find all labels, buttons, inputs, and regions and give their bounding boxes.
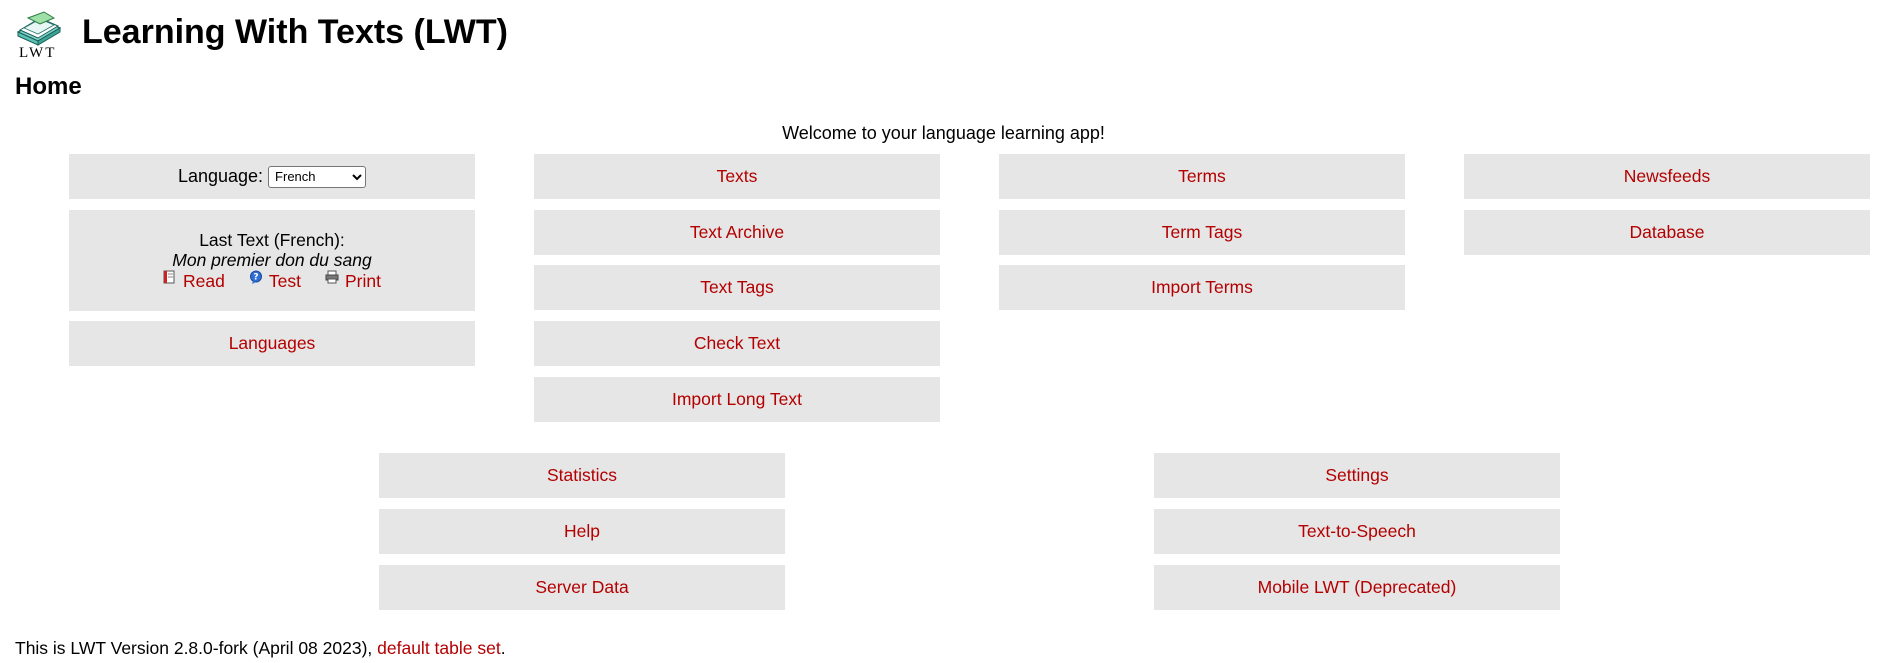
welcome-message: Welcome to your language learning app!	[782, 123, 1105, 143]
language-label: Language:	[177, 166, 264, 186]
header: LWT Learning With Texts (LWT)	[14, 10, 508, 61]
term-tags-link[interactable]: Term Tags	[999, 210, 1405, 255]
table-set-link[interactable]: default table set	[377, 638, 501, 658]
import-long-text-box: Import Long Text	[534, 377, 940, 422]
server-data-box: Server Data	[379, 565, 785, 610]
read-label: Read	[183, 271, 225, 291]
last-text-title: Mon premier don du sang	[172, 250, 372, 270]
mobile-lwt-link[interactable]: Mobile LWT (Deprecated)	[1154, 565, 1560, 610]
print-label: Print	[344, 271, 381, 291]
newsfeeds-link[interactable]: Newsfeeds	[1464, 154, 1870, 199]
database-link[interactable]: Database	[1464, 210, 1870, 255]
footer: This is LWT Version 2.8.0-fork (April 08…	[15, 638, 506, 659]
last-text-actions: Read ? Test Print	[163, 270, 381, 291]
help-box: Help	[379, 509, 785, 554]
import-terms-link[interactable]: Import Terms	[999, 265, 1405, 310]
book-open-icon	[163, 270, 175, 284]
texts-link[interactable]: Texts	[534, 154, 940, 199]
text-archive-link[interactable]: Text Archive	[534, 210, 940, 255]
lwt-logo[interactable]: LWT	[14, 10, 64, 61]
printer-icon	[325, 270, 339, 284]
text-tags-box: Text Tags	[534, 265, 940, 310]
svg-text:?: ?	[253, 273, 258, 283]
languages-link[interactable]: Languages	[69, 321, 475, 366]
text-to-speech-link[interactable]: Text-to-Speech	[1154, 509, 1560, 554]
app-title: Learning With Texts (LWT)	[82, 12, 508, 51]
test-link[interactable]: ? Test	[249, 270, 301, 291]
footer-period: .	[500, 638, 506, 658]
read-link[interactable]: Read	[163, 270, 225, 291]
check-text-box: Check Text	[534, 321, 940, 366]
language-selector-box: Language: French	[69, 154, 475, 199]
logo-text: LWT	[19, 45, 57, 61]
statistics-link[interactable]: Statistics	[379, 453, 785, 498]
import-long-text-link[interactable]: Import Long Text	[534, 377, 940, 422]
texts-box: Texts	[534, 154, 940, 199]
languages-box: Languages	[69, 321, 475, 366]
book-icon	[16, 11, 62, 46]
newsfeeds-box: Newsfeeds	[1464, 154, 1870, 199]
check-text-link[interactable]: Check Text	[534, 321, 940, 366]
term-tags-box: Term Tags	[999, 210, 1405, 255]
text-archive-box: Text Archive	[534, 210, 940, 255]
database-box: Database	[1464, 210, 1870, 255]
help-link[interactable]: Help	[379, 509, 785, 554]
page-title: Home	[15, 73, 82, 100]
print-link[interactable]: Print	[325, 270, 381, 291]
text-tags-link[interactable]: Text Tags	[534, 265, 940, 310]
terms-link[interactable]: Terms	[999, 154, 1405, 199]
language-select[interactable]: French	[268, 165, 367, 188]
terms-box: Terms	[999, 154, 1405, 199]
text-to-speech-box: Text-to-Speech	[1154, 509, 1560, 554]
version-text: This is LWT Version 2.8.0-fork (April 08…	[15, 638, 378, 658]
test-label: Test	[268, 271, 301, 291]
settings-link[interactable]: Settings	[1154, 453, 1560, 498]
server-data-link[interactable]: Server Data	[379, 565, 785, 610]
last-text-box: Last Text (French): Mon premier don du s…	[69, 210, 475, 311]
question-balloon-icon: ?	[249, 270, 262, 284]
statistics-box: Statistics	[379, 453, 785, 498]
mobile-lwt-box: Mobile LWT (Deprecated)	[1154, 565, 1560, 610]
last-text-heading: Last Text (French):	[199, 230, 345, 250]
settings-box: Settings	[1154, 453, 1560, 498]
import-terms-box: Import Terms	[999, 265, 1405, 310]
